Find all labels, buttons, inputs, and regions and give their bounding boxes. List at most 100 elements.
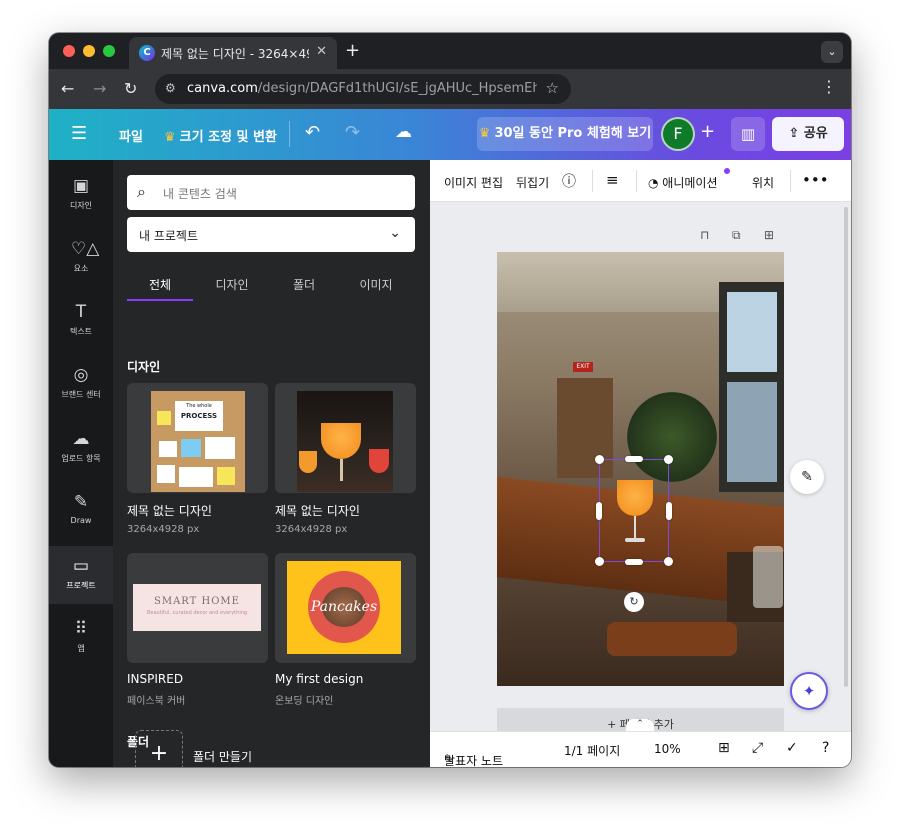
comment-add-icon[interactable]: ✎ (790, 460, 824, 494)
tab-folders[interactable]: 폴더 (271, 276, 337, 293)
photo-jar (753, 546, 783, 608)
toolbar-divider (636, 170, 637, 192)
position-button[interactable]: 위치 (752, 174, 774, 191)
flip-button[interactable]: 뒤집기 (516, 174, 549, 191)
resize-label: 크기 조정 및 변환 (179, 130, 277, 145)
fullscreen-icon[interactable]: ⤢ (752, 740, 763, 756)
border-style-icon[interactable]: ≡ (606, 171, 619, 189)
back-arrow-icon[interactable]: ← (61, 79, 74, 98)
selection-handle-right[interactable] (666, 502, 672, 520)
panel-tabs: 전체 디자인 폴더 이미지 (127, 268, 415, 302)
upload-icon: ☁ (72, 429, 90, 449)
selection-corner-tr[interactable] (664, 455, 673, 464)
design-page[interactable]: EXIT ↻ (497, 252, 784, 686)
pancakes-title: Pancakes (310, 599, 378, 615)
design-card-inspired[interactable]: SMART HOME Beautiful, curated decor and … (127, 553, 268, 663)
editor-scrollbar[interactable] (844, 207, 848, 687)
layout-icon: ▣ (72, 176, 90, 196)
zoom-window-button[interactable] (103, 45, 115, 57)
resize-button[interactable]: ♛ 크기 조정 및 변환 (164, 126, 277, 145)
rail-label: 업로드 항목 (61, 454, 101, 463)
grid-view-icon[interactable]: ⊞ (718, 740, 730, 756)
selection-corner-bl[interactable] (595, 557, 604, 566)
search-placeholder: 내 콘텐츠 검색 (163, 187, 237, 201)
redo-icon[interactable]: ↷ (345, 122, 360, 143)
rail-item-design[interactable]: ▣ 디자인 (49, 166, 113, 224)
project-select[interactable]: 내 프로젝트 ⌄ (127, 217, 415, 252)
reload-icon[interactable]: ↻ (124, 79, 137, 98)
tab-designs[interactable]: 디자인 (199, 276, 265, 293)
new-folder-button[interactable]: + (135, 730, 183, 767)
menu-hamburger-icon[interactable]: ☰ (71, 123, 87, 144)
photo-window-pane (727, 292, 777, 372)
site-settings-icon[interactable]: ⚙ (165, 81, 183, 97)
more-options-icon[interactable]: ••• (802, 171, 829, 189)
animate-icon: ◔ (648, 176, 663, 190)
add-page-icon[interactable]: ⊞ (764, 228, 774, 242)
pro-trial-button[interactable]: ♛ 30일 동안 Pro 체험해 보기 (477, 117, 653, 151)
insights-chart-icon[interactable]: ▥ (731, 117, 765, 151)
card-subtitle: 3264x4928 px (127, 524, 200, 535)
selection-handle-top[interactable] (625, 456, 643, 462)
selection-handle-left[interactable] (596, 502, 602, 520)
minimize-window-button[interactable] (83, 45, 95, 57)
rotate-handle-icon[interactable]: ↻ (624, 592, 644, 612)
selection-corner-tl[interactable] (595, 455, 604, 464)
animate-button[interactable]: ◔ 애니메이션 (648, 174, 718, 191)
rail-item-uploads[interactable]: ☁ 업로드 항목 (49, 419, 113, 477)
browser-tab[interactable]: C 제목 없는 디자인 - 3264×4928px ✕ (129, 37, 337, 69)
design-card-drink[interactable] (275, 383, 416, 493)
rail-item-elements[interactable]: ♡△ 요소 (49, 229, 113, 287)
rail-label: 프로젝트 (66, 581, 96, 590)
brand-icon: ◎ (73, 365, 89, 385)
glass-orange-small (299, 451, 317, 473)
browser-toolbar: ← → ↻ ⚙ canva.com/design/DAGFd1thUGI/sE_… (49, 69, 851, 109)
design-card-process[interactable]: The whole PROCESS (127, 383, 268, 493)
rail-label: 디자인 (69, 201, 93, 210)
sticky-note (157, 465, 175, 483)
close-window-button[interactable] (63, 45, 75, 57)
tab-close-icon[interactable]: ✕ (316, 44, 327, 59)
selection-box[interactable] (595, 455, 673, 566)
url-path: /design/DAGFd1thUGI/sE_jgAHUc_HpsemEhbO.… (257, 81, 537, 96)
rail-label: 요소 (73, 264, 89, 273)
invite-plus-icon[interactable]: + (700, 121, 715, 142)
rail-item-draw[interactable]: ✎ Draw (49, 482, 113, 540)
check-icon[interactable]: ✓ (786, 740, 798, 756)
lock-page-icon[interactable]: ⊓ (700, 228, 709, 242)
magic-sparkle-icon[interactable]: ✦ (790, 672, 828, 710)
rail-item-brand[interactable]: ◎ 브랜드 센터 (49, 355, 113, 413)
file-menu-button[interactable]: 파일 (119, 126, 143, 145)
cloud-save-icon[interactable]: ☁ (395, 122, 412, 142)
zoom-level[interactable]: 10% (654, 742, 681, 756)
rail-item-text[interactable]: T 텍스트 (49, 292, 113, 350)
info-icon[interactable]: ⓘ (562, 171, 576, 191)
new-badge-dot (724, 168, 730, 174)
new-folder-label[interactable]: 폴더 만들기 (193, 748, 252, 765)
search-input[interactable]: ⌕ 내 콘텐츠 검색 (127, 175, 415, 210)
edit-image-button[interactable]: 이미지 편집 (444, 174, 503, 191)
selection-handle-bottom[interactable] (625, 559, 643, 565)
design-card-first[interactable]: Pancakes (275, 553, 416, 663)
tab-images[interactable]: 이미지 (343, 276, 409, 293)
rail-item-apps[interactable]: ⠿ 앱 (49, 609, 113, 667)
share-button[interactable]: ⇪ 공유 (772, 117, 844, 151)
help-icon[interactable]: ? (822, 740, 829, 756)
new-tab-button[interactable]: + (345, 40, 360, 61)
duplicate-page-icon[interactable]: ⧉ (732, 228, 741, 243)
forward-arrow-icon[interactable]: → (93, 79, 106, 98)
rail-label: 텍스트 (69, 327, 93, 336)
avatar[interactable]: F (661, 117, 695, 151)
undo-icon[interactable]: ↶ (305, 122, 320, 143)
card-subtitle: 온보딩 디자인 (275, 696, 334, 707)
address-bar[interactable]: ⚙ canva.com/design/DAGFd1thUGI/sE_jgAHUc… (155, 74, 571, 104)
cork-board-thumbnail: The whole PROCESS (151, 391, 245, 492)
browser-menu-icon[interactable]: ⋮ (821, 77, 837, 96)
tab-search-icon[interactable]: ⌄ (821, 41, 843, 63)
rail-item-projects[interactable]: ▭ 프로젝트 (49, 546, 113, 604)
page-count[interactable]: 1/1 페이지 (564, 742, 620, 759)
selection-corner-br[interactable] (664, 557, 673, 566)
sticky-note (181, 439, 201, 457)
tab-all[interactable]: 전체 (127, 276, 193, 293)
bookmark-star-icon[interactable]: ☆ (546, 79, 559, 97)
